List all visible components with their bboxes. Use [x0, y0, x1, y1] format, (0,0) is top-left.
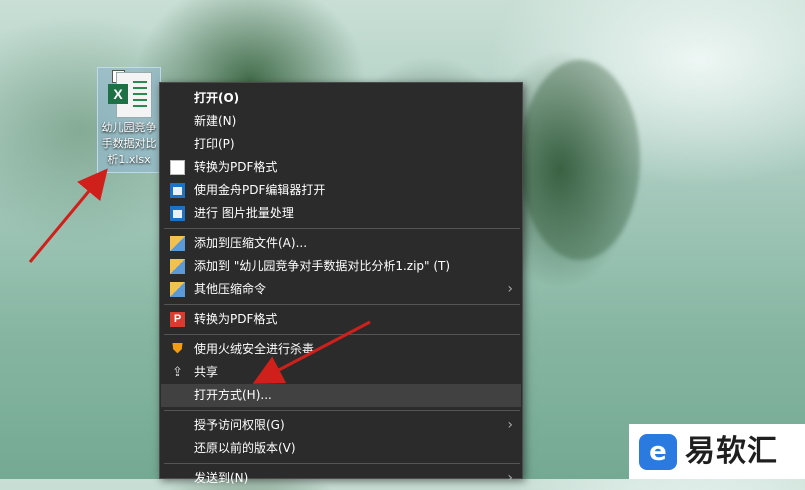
annotation-arrows: [28, 168, 371, 384]
brand-watermark: e 易软汇: [629, 424, 805, 479]
annotation-arrow-open-with: [252, 320, 371, 384]
annotation-arrow-file: [28, 168, 108, 263]
brand-name: 易软汇: [685, 434, 778, 469]
brand-logo-icon: e: [639, 434, 677, 470]
